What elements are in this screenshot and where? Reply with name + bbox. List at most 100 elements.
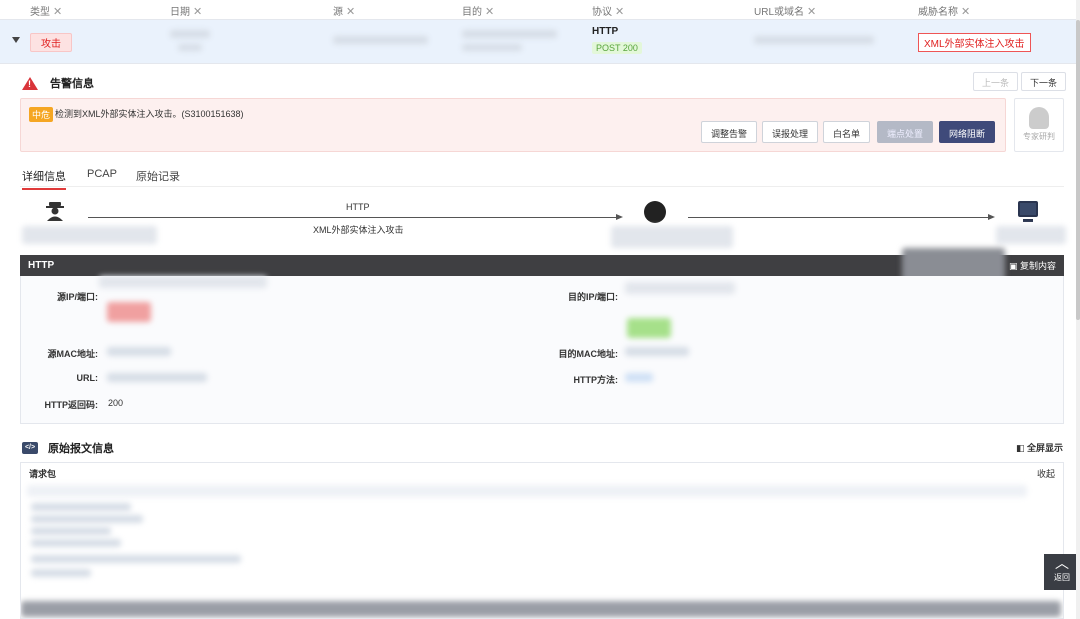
expert-icon [1029, 107, 1049, 129]
close-icon[interactable]: ✕ [961, 6, 970, 18]
alert-box: 中危 检测到XML外部实体注入攻击。(S3100151638) 调整告警 误报处… [20, 98, 1006, 152]
false-positive-button[interactable]: 误报处理 [762, 121, 819, 143]
col-type[interactable]: 类型 ✕ [30, 3, 62, 18]
alert-message: 检测到XML外部实体注入攻击。(S3100151638) [55, 109, 244, 119]
whitelist-button[interactable]: 白名单 [823, 121, 871, 143]
expert-review-button[interactable]: 专家研判 [1014, 98, 1064, 152]
hacker-icon [46, 202, 64, 221]
redacted-url [754, 36, 874, 44]
close-icon[interactable]: ✕ [807, 6, 816, 18]
type-badge: 攻击 [30, 33, 72, 52]
network-block-button[interactable]: 网络阻断 [939, 121, 996, 143]
redacted-dst-host [996, 226, 1066, 244]
col-threat[interactable]: 威胁名称 ✕ [918, 3, 970, 18]
table-row[interactable]: 攻击 HTTP POST 200 XML外部实体注入攻击 [0, 20, 1076, 64]
protocol-name: HTTP [592, 26, 619, 37]
redacted-dest [462, 30, 557, 38]
tab-raw-record[interactable]: 原始记录 [136, 168, 180, 188]
redacted-src-host [22, 226, 157, 244]
caret-down-icon[interactable] [12, 37, 20, 43]
redacted-method [625, 373, 653, 382]
url-label: URL: [76, 373, 99, 383]
redacted-src-mac [107, 347, 171, 356]
redacted-src-ip-1 [99, 276, 267, 288]
close-icon[interactable]: ✕ [53, 6, 62, 18]
monitor-icon [1018, 201, 1038, 222]
prev-button[interactable]: 上一条 [973, 72, 1019, 91]
src-ip-label: 源IP/端口: [56, 292, 98, 302]
close-icon[interactable]: ✕ [485, 6, 494, 18]
fullscreen-icon: ◧ [1016, 443, 1028, 453]
method-status-tag: POST 200 [592, 42, 642, 54]
alert-detail-page: 类型 ✕ 日期 ✕ 源 ✕ 目的 ✕ 协议 ✕ URL或域名 ✕ 威胁名称 ✕ 攻击 HTTP… [0, 0, 1080, 619]
next-button[interactable]: 下一条 [1021, 72, 1067, 91]
redacted-mid-host [611, 226, 733, 248]
arrowhead-2 [988, 214, 995, 220]
redacted-raw-line [31, 527, 111, 535]
raw-section-label: 原始报文信息 [48, 443, 114, 455]
redacted-raw-line [27, 485, 1027, 497]
redacted-raw-line [31, 539, 121, 547]
table-header: 类型 ✕ 日期 ✕ 源 ✕ 目的 ✕ 协议 ✕ URL或域名 ✕ 威胁名称 ✕ [0, 0, 1076, 20]
redacted-dest-2 [462, 44, 522, 51]
col-source[interactable]: 源 ✕ [333, 3, 355, 18]
scrollbar-thumb[interactable] [1076, 20, 1080, 320]
fullscreen-button[interactable]: ◧ 全屏显示 [1016, 441, 1063, 454]
redacted-dst-ip-1 [625, 282, 735, 294]
tab-pcap[interactable]: PCAP [87, 168, 117, 184]
globe-icon [644, 201, 666, 223]
level-badge: 中危 [29, 107, 54, 122]
redacted-time [178, 44, 202, 51]
redacted-url-value [107, 373, 207, 382]
request-header-label: 请求包 [29, 469, 57, 479]
raw-section-title: </> 原始报文信息 [22, 440, 114, 456]
http-panel-title: HTTP [28, 260, 55, 271]
redacted-raw-line [31, 515, 143, 523]
expert-label: 专家研判 [1023, 132, 1055, 141]
copy-button[interactable]: ▣ 复制内容 [1009, 259, 1056, 272]
alert-section-title: 告警信息 [22, 75, 94, 91]
alert-section-label: 告警信息 [50, 78, 94, 90]
threat-tag: XML外部实体注入攻击 [918, 33, 1031, 52]
close-icon[interactable]: ✕ [193, 6, 202, 18]
close-icon[interactable]: ✕ [346, 6, 355, 18]
redacted-dst-ip-2 [627, 318, 671, 338]
copy-icon: ▣ [1008, 261, 1020, 271]
redacted-date [170, 30, 210, 38]
flow-line-1 [88, 217, 616, 218]
redacted-raw-line [31, 569, 91, 577]
back-to-top-button[interactable]: ︿ 返回 [1044, 554, 1080, 590]
redacted-raw-line [31, 503, 131, 511]
redacted-raw-footer [21, 601, 1061, 617]
warning-icon [22, 76, 38, 90]
col-protocol[interactable]: 协议 ✕ [592, 3, 624, 18]
col-url[interactable]: URL或域名 ✕ [754, 3, 816, 18]
flow-attack: XML外部实体注入攻击 [313, 225, 404, 235]
arrowhead-1 [616, 214, 623, 220]
redacted-dst-mac [625, 347, 689, 356]
flow-line-2 [688, 217, 988, 218]
redacted-source [333, 36, 428, 44]
adjust-alert-button[interactable]: 调整告警 [701, 121, 758, 143]
flow-protocol: HTTP [346, 202, 370, 212]
endpoint-action-button[interactable]: 端点处置 [877, 121, 934, 143]
tab-divider [20, 186, 1064, 187]
redacted-raw-line [31, 555, 241, 563]
close-icon[interactable]: ✕ [615, 6, 624, 18]
fullscreen-label: 全屏显示 [1027, 443, 1064, 453]
collapse-button[interactable]: 收起 [1037, 467, 1055, 480]
http-code-label: HTTP返回码: [44, 400, 99, 410]
dst-mac-label: 目的MAC地址: [558, 349, 619, 359]
col-dest[interactable]: 目的 ✕ [462, 3, 494, 18]
back-label: 返回 [1054, 573, 1070, 582]
http-method-label: HTTP方法: [573, 375, 619, 385]
src-mac-label: 源MAC地址: [47, 349, 99, 359]
col-date[interactable]: 日期 ✕ [170, 3, 202, 18]
raw-packet-box: 请求包 收起 [20, 462, 1064, 619]
protocol-cell: HTTP POST 200 [592, 26, 642, 54]
copy-label: 复制内容 [1019, 261, 1056, 271]
code-icon: </> [22, 442, 38, 454]
chevron-up-icon: ︿ [1055, 555, 1069, 571]
redacted-src-ip-2 [107, 302, 151, 322]
http-panel-body: 源IP/端口: 目的IP/端口: 源MAC地址: 目的MAC地址: URL: H… [20, 276, 1064, 424]
